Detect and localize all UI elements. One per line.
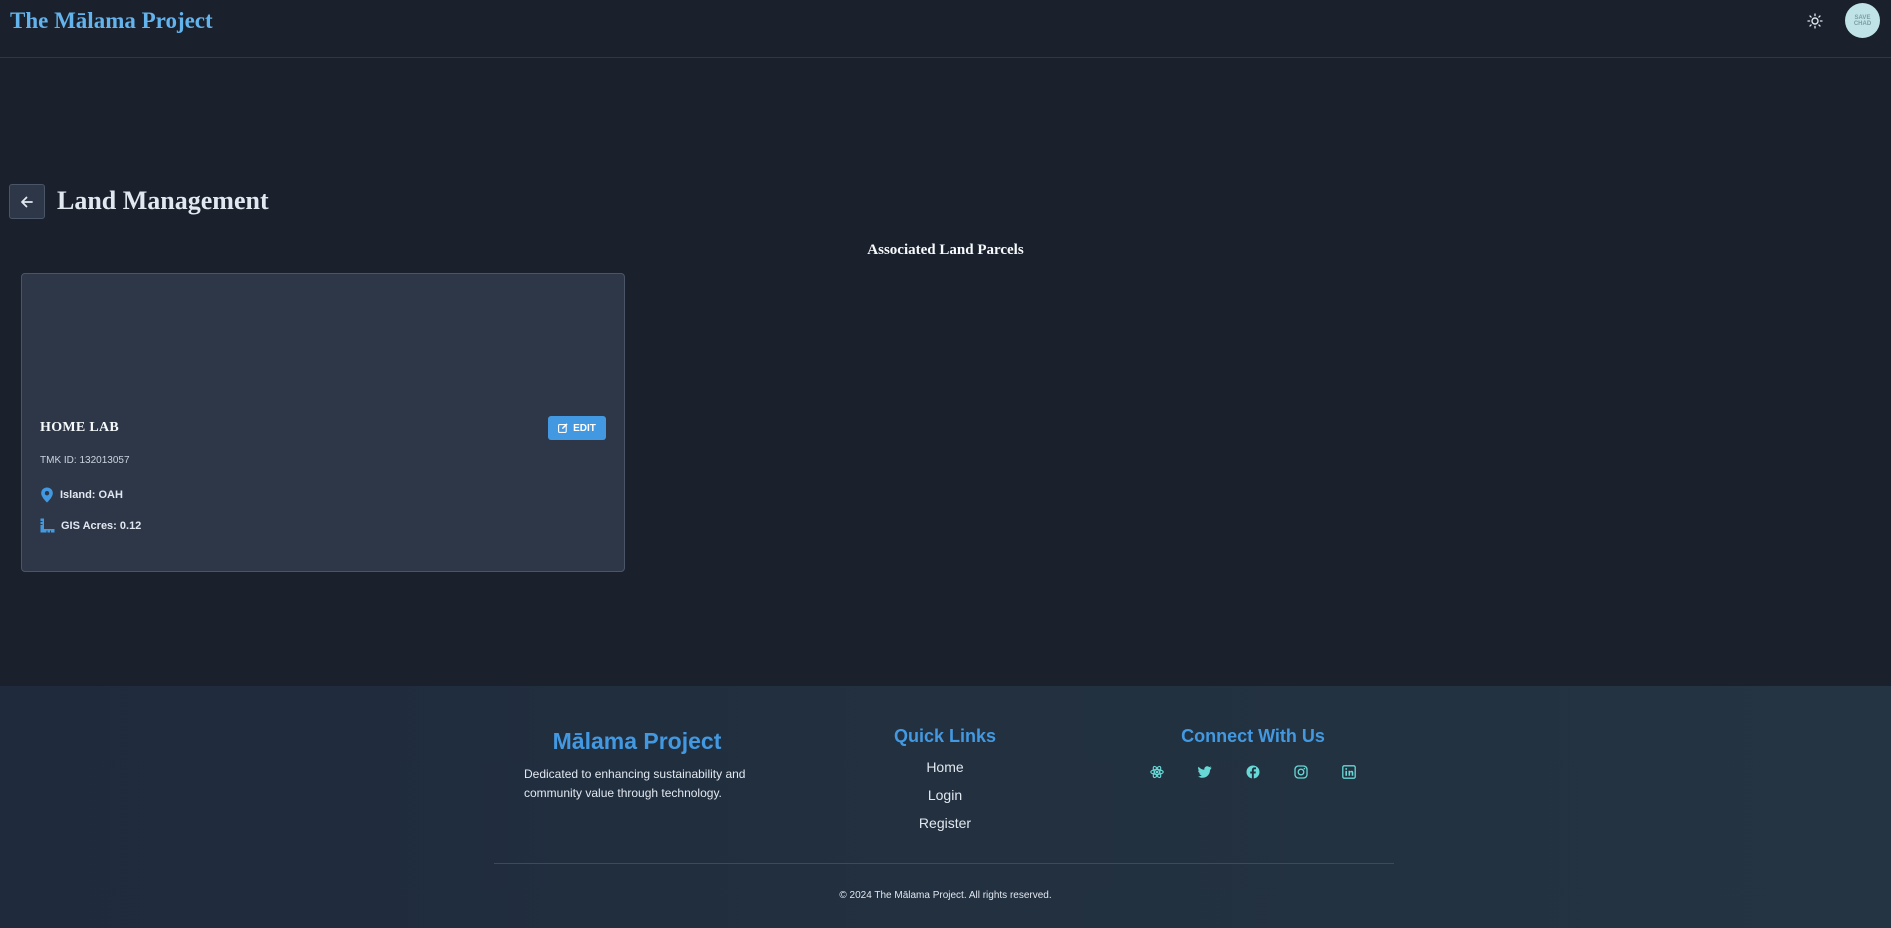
edit-icon — [558, 423, 568, 433]
map-pin-icon — [41, 487, 53, 503]
footer-description: Dedicated to enhancing sustainability an… — [524, 767, 746, 800]
back-button[interactable] — [9, 184, 45, 219]
top-nav: The Mālama Project SAVE CHAD — [0, 0, 1891, 58]
parcel-name: HOME LAB — [40, 420, 120, 435]
quick-links-list: Home Login Register — [845, 753, 1045, 837]
footer: Mālama Project Dedicated to enhancing su… — [0, 686, 1891, 928]
footer-link-register[interactable]: Register — [845, 809, 1045, 837]
twitter-icon[interactable] — [1196, 763, 1214, 781]
footer-quick-links: Quick Links Home Login Register — [845, 726, 1045, 837]
acres-row: GIS Acres: 0.12 — [40, 518, 141, 533]
island-label: Island: OAH — [60, 489, 123, 501]
footer-connect: Connect With Us — [1133, 726, 1373, 781]
user-avatar[interactable]: SAVE CHAD — [1845, 3, 1880, 38]
facebook-icon[interactable] — [1244, 763, 1262, 781]
sun-icon — [1807, 13, 1823, 29]
brand-title[interactable]: The Mālama Project — [10, 8, 213, 34]
tmk-id: TMK ID: 132013057 — [40, 455, 130, 466]
footer-divider — [494, 863, 1394, 864]
instagram-icon[interactable] — [1292, 763, 1310, 781]
react-icon[interactable] — [1148, 763, 1166, 781]
ruler-icon — [40, 518, 55, 533]
land-parcel-card[interactable]: HOME LAB EDIT TMK ID: 132013057 Island: … — [21, 273, 625, 572]
theme-toggle-button[interactable] — [1805, 11, 1825, 31]
avatar-logo-text: SAVE CHAD — [1854, 15, 1871, 27]
tmk-label: TMK ID: — [40, 455, 77, 466]
copyright: © 2024 The Mālama Project. All rights re… — [839, 890, 1052, 901]
social-links — [1133, 763, 1373, 781]
section-title: Associated Land Parcels — [867, 242, 1024, 258]
footer-brand: Mālama Project — [552, 728, 722, 754]
footer-link-login[interactable]: Login — [845, 781, 1045, 809]
avatar-text-line2: CHAD — [1853, 20, 1872, 27]
avatar-text-line1: SAVE — [1854, 14, 1871, 21]
acres-label: GIS Acres: 0.12 — [61, 519, 142, 532]
edit-button[interactable]: EDIT — [548, 416, 606, 440]
edit-label: EDIT — [573, 422, 596, 434]
connect-title: Connect With Us — [1181, 726, 1325, 746]
island-row: Island: OAH — [40, 487, 123, 503]
tmk-value: 132013057 — [79, 455, 130, 466]
footer-link-home[interactable]: Home — [845, 753, 1045, 781]
page-title: Land Management — [57, 186, 269, 215]
linkedin-icon[interactable] — [1340, 763, 1358, 781]
arrow-left-icon — [21, 196, 33, 207]
quick-links-title: Quick Links — [893, 726, 997, 746]
footer-about: Mālama Project Dedicated to enhancing su… — [524, 728, 750, 803]
